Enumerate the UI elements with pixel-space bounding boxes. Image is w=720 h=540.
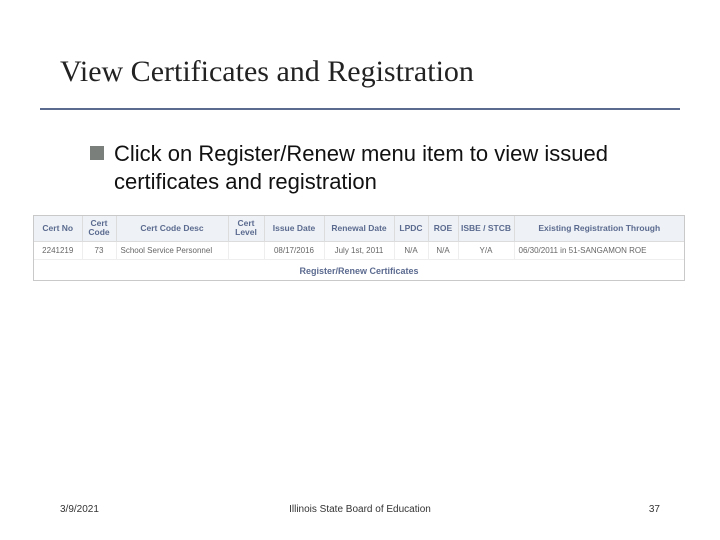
footer-org: Illinois State Board of Education: [0, 504, 720, 515]
certificates-table: Cert No Cert Code Cert Code Desc Cert Le…: [33, 215, 685, 281]
footer-page-number: 37: [649, 504, 660, 515]
cell-cert-code: 73: [82, 241, 116, 259]
table-header-row: Cert No Cert Code Cert Code Desc Cert Le…: [34, 216, 684, 241]
col-cert-desc: Cert Code Desc: [116, 216, 228, 241]
cell-cert-desc: School Service Personnel: [116, 241, 228, 259]
cell-roe: N/A: [428, 241, 458, 259]
col-cert-level: Cert Level: [228, 216, 264, 241]
cell-cert-no: 2241219: [34, 241, 82, 259]
cell-renewal-date: July 1st, 2011: [324, 241, 394, 259]
cell-lpdc: N/A: [394, 241, 428, 259]
cell-issue-date: 08/17/2016: [264, 241, 324, 259]
col-existing: Existing Registration Through: [514, 216, 684, 241]
register-renew-link[interactable]: Register/Renew Certificates: [34, 259, 684, 280]
bullet-text: Click on Register/Renew menu item to vie…: [114, 140, 650, 195]
slide-footer: 3/9/2021 Illinois State Board of Educati…: [0, 504, 720, 520]
bullet-item: Click on Register/Renew menu item to vie…: [90, 140, 650, 195]
col-isbe: ISBE / STCB: [458, 216, 514, 241]
col-roe: ROE: [428, 216, 458, 241]
cell-existing: 06/30/2011 in 51-SANGAMON ROE: [514, 241, 684, 259]
col-cert-no: Cert No: [34, 216, 82, 241]
col-cert-code: Cert Code: [82, 216, 116, 241]
table-row: 2241219 73 School Service Personnel 08/1…: [34, 241, 684, 259]
slide: View Certificates and Registration Click…: [0, 0, 720, 540]
slide-title: View Certificates and Registration: [60, 55, 474, 89]
square-bullet-icon: [90, 146, 104, 160]
col-lpdc: LPDC: [394, 216, 428, 241]
col-issue-date: Issue Date: [264, 216, 324, 241]
cell-isbe: Y/A: [458, 241, 514, 259]
cell-cert-level: [228, 241, 264, 259]
title-underline: [40, 108, 680, 110]
col-renewal-date: Renewal Date: [324, 216, 394, 241]
